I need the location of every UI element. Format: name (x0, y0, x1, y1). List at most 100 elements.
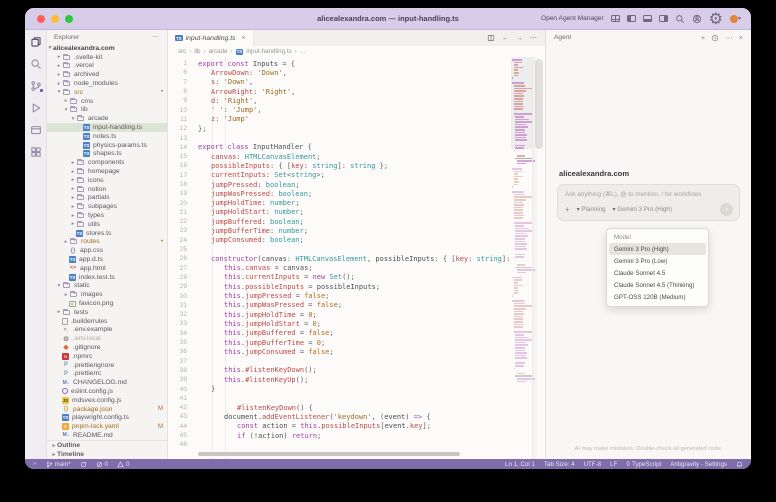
menu-item-gemini-3-pro-high-[interactable]: Gemini 3 Pro (High) (609, 243, 706, 255)
account-icon[interactable] (692, 14, 702, 24)
tree-file-.npmrc[interactable]: n.npmrc (47, 352, 167, 361)
tab-input-handling[interactable]: TS input-handling.ts × (168, 30, 254, 46)
status-text[interactable]: LF (610, 461, 617, 468)
tree-file-.env.example[interactable]: >_.env.example (47, 326, 167, 335)
tree-folder-routes[interactable]: ▸routes• (47, 238, 167, 247)
close-tab-icon[interactable]: × (242, 35, 246, 42)
tree-folder-types[interactable]: ▸types (47, 211, 167, 220)
code-line-26[interactable]: 26constructor(canvas: HTMLCanvasElement,… (168, 254, 511, 263)
code-line-30[interactable]: 30this.jumpPressed = false; (168, 291, 511, 300)
tree-folder-node_modules[interactable]: ▸node_modules (47, 79, 167, 88)
tree-folder-static[interactable]: ▾static (47, 282, 167, 291)
tree-folder-archived[interactable]: ▸archived (47, 70, 167, 79)
tree-file-.builderrules[interactable]: .builderrules (47, 317, 167, 326)
menu-item-claude-sonnet-4-5-thinking-[interactable]: Claude Sonnet 4.5 (Thinking) (609, 279, 706, 291)
more-icon[interactable]: ⋯ (530, 34, 537, 42)
tree-file-.gitignore[interactable]: ◆.gitignore (47, 343, 167, 352)
tree-root[interactable]: ▾ alicealexandra.com (47, 44, 167, 53)
code-line-35[interactable]: 35this.jumpBufferTime = 0; (168, 338, 511, 347)
code-line-39[interactable]: 39this.#listenKeyUp(); (168, 375, 511, 384)
tree-file-eslint.config.js[interactable]: eslint.config.js (47, 387, 167, 396)
agent-input-box[interactable]: Ask anything (⌘L), @ to mention, / for w… (557, 184, 740, 221)
close-icon[interactable]: × (739, 33, 743, 42)
status-braces[interactable]: {}TypeScript (626, 461, 661, 468)
code-line-21[interactable]: 21jumpHoldStart: number; (168, 208, 511, 217)
section-outline[interactable]: ▸Outline (47, 441, 167, 450)
code-line-31[interactable]: 31this.jumpWasPressed = false; (168, 301, 511, 310)
breadcrumb-item[interactable]: lib (194, 48, 200, 55)
breadcrumb-item[interactable]: src (178, 48, 186, 55)
code-line-41[interactable]: 41 (168, 394, 511, 403)
code-line-13[interactable]: 13 (168, 133, 511, 142)
tree-file-CHANGELOG.md[interactable]: M↓CHANGELOG.md (47, 378, 167, 387)
back-icon[interactable]: ← (502, 35, 509, 42)
explorer-more-icon[interactable]: ⋯ (152, 33, 160, 41)
tree-file-input-handling.ts[interactable]: TSinput-handling.ts (47, 123, 167, 132)
tree-file-package.json[interactable]: {}package.jsonM (47, 405, 167, 414)
code-line-6[interactable]: 6ArrowDown: 'Down', (168, 68, 511, 77)
code-line-17[interactable]: 17currentInputs: Set<string>; (168, 171, 511, 180)
breadcrumb-item[interactable]: arcade (209, 48, 228, 55)
tree-file-physics-params.ts[interactable]: TSphysics-params.ts (47, 141, 167, 150)
activity-window-icon[interactable] (29, 123, 42, 136)
tree-folder-images[interactable]: ▸images (47, 290, 167, 299)
split-icon[interactable] (487, 34, 495, 42)
code-line-38[interactable]: 38this.#listenKeyDown(); (168, 366, 511, 375)
code-line-36[interactable]: 36this.jumpConsumed = false; (168, 347, 511, 356)
minimize-window-button[interactable] (51, 15, 59, 23)
status-sync[interactable] (80, 461, 87, 468)
tree-file-mdsvex.config.js[interactable]: JSmdsvex.config.js (47, 396, 167, 405)
status-branch[interactable]: main* (46, 461, 71, 468)
activity-search-icon[interactable] (29, 57, 42, 70)
status-text[interactable]: UTF-8 (584, 461, 602, 468)
code-line-1[interactable]: 1export const Inputs = { (168, 59, 511, 68)
tree-folder-utils[interactable]: ▸utils (47, 220, 167, 229)
more-icon[interactable]: ⋯ (725, 33, 733, 42)
code-line-24[interactable]: 24jumpConsumed: boolean; (168, 236, 511, 245)
tree-file-stores.ts[interactable]: TSstores.ts (47, 229, 167, 238)
tree-folder-arcade[interactable]: ▾arcade (47, 114, 167, 123)
minimap[interactable] (511, 59, 532, 386)
code-line-22[interactable]: 22jumpBuffered: boolean; (168, 217, 511, 226)
status-bell[interactable] (736, 461, 743, 468)
tree-file-README.md[interactable]: M↓README.md (47, 431, 167, 440)
status-text[interactable]: Antigravity - Settings (670, 461, 727, 468)
vertical-scrollbar[interactable] (532, 57, 545, 459)
section-timeline[interactable]: ▸Timeline (47, 450, 167, 459)
tree-folder-lib[interactable]: ▾lib (47, 106, 167, 115)
breadcrumb-item[interactable]: input-handling.ts (246, 48, 291, 55)
tree-folder-homepage[interactable]: ▸homepage (47, 167, 167, 176)
code-line-23[interactable]: 23jumpBufferTime: number; (168, 226, 511, 235)
code-line-19[interactable]: 19jumpWasPressed: boolean; (168, 189, 511, 198)
code-line-9[interactable]: 9d: 'Right', (168, 96, 511, 105)
code-line-7[interactable]: 7s: 'Down', (168, 78, 511, 87)
breadcrumb-item[interactable]: … (300, 48, 306, 55)
status-text[interactable]: Tab Size: 4 (544, 461, 575, 468)
attach-plus-icon[interactable]: + (565, 205, 570, 214)
code-line-37[interactable]: 37 (168, 357, 511, 366)
code-line-25[interactable]: 25 (168, 245, 511, 254)
tree-file-notes.ts[interactable]: TSnotes.ts (47, 132, 167, 141)
activity-debug-icon[interactable] (29, 101, 42, 114)
tree-file-pnpm-lock.yaml[interactable]: ≡pnpm-lock.yamlM (47, 422, 167, 431)
history-icon[interactable] (711, 34, 719, 42)
tree-folder-icons[interactable]: ▸icons (47, 176, 167, 185)
mode-dropdown[interactable]: ▾ Planning (577, 206, 606, 213)
code-line-42[interactable]: 42#listenKeyDown() { (168, 403, 511, 412)
code-line-27[interactable]: 27this.canvas = canvas; (168, 264, 511, 273)
panel-bottom-icon[interactable] (643, 15, 652, 22)
tree-folder-partials[interactable]: ▸partials (47, 194, 167, 203)
code-line-14[interactable]: 14export class InputHandler { (168, 143, 511, 152)
code-line-11[interactable]: 11z: 'Jump' (168, 115, 511, 124)
tree-file-app.d.ts[interactable]: TSapp.d.ts (47, 255, 167, 264)
tree-folder-.svelte-kit[interactable]: ▸.svelte-kit (47, 53, 167, 62)
zoom-window-button[interactable] (65, 15, 73, 23)
layout-icon[interactable] (611, 15, 620, 22)
status-warning[interactable]: 0 (117, 461, 129, 468)
activity-source-control-icon[interactable] (29, 79, 42, 92)
tree-file-app.css[interactable]: {}app.css (47, 246, 167, 255)
close-window-button[interactable] (37, 15, 45, 23)
menu-item-gemini-3-pro-low-[interactable]: Gemini 3 Pro (Low) (609, 255, 706, 267)
tree-file-app.html[interactable]: <>app.html (47, 264, 167, 273)
tree-file-.prettierignore[interactable]: P.prettierignore (47, 361, 167, 370)
